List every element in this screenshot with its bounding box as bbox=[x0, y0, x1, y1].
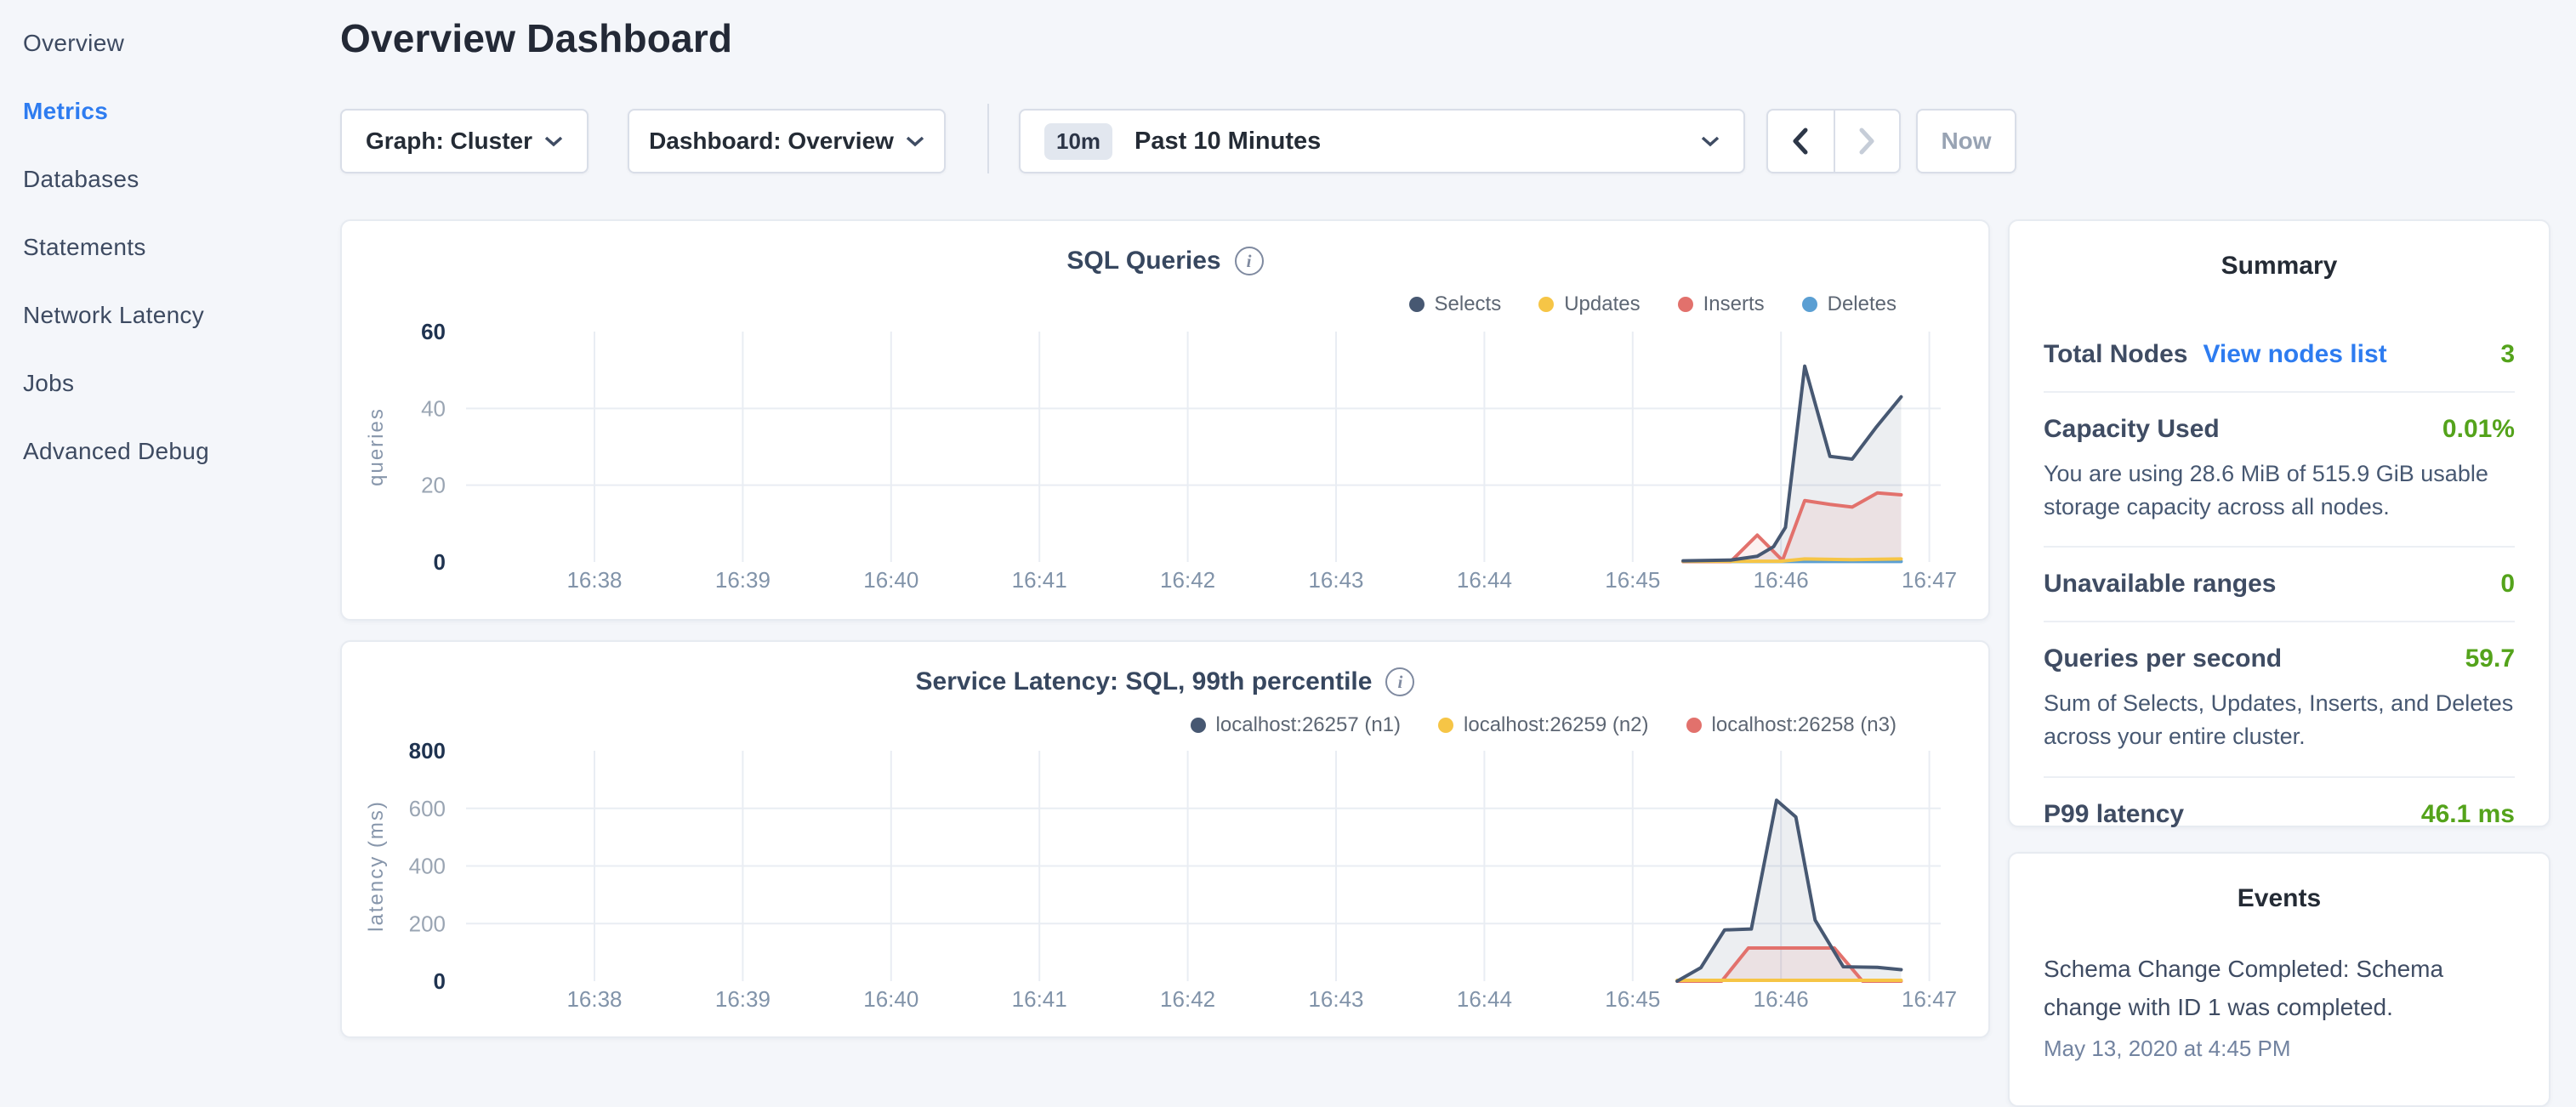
svg-text:16:40: 16:40 bbox=[863, 567, 918, 593]
summary-row-queries-per-second: Queries per second 59.7 Sum of Selects, … bbox=[2044, 622, 2515, 777]
svg-text:16:38: 16:38 bbox=[566, 567, 622, 593]
summary-value: 3 bbox=[2500, 340, 2515, 369]
sql-queries-chart: 16:38 16:39 16:40 16:41 16:42 16:43 16:44 16:45… bbox=[342, 221, 1992, 622]
events-title: Events bbox=[2044, 884, 2515, 913]
sidebar-item-network-latency[interactable]: Network Latency bbox=[23, 298, 204, 333]
summary-row-unavailable-ranges: Unavailable ranges 0 bbox=[2044, 548, 2515, 622]
chevron-down-icon bbox=[544, 135, 563, 147]
events-panel: Events Schema Change Completed: Schema c… bbox=[2008, 852, 2550, 1107]
chevron-right-icon bbox=[1858, 128, 1875, 155]
summary-row-capacity-used: Capacity Used 0.01% You are using 28.6 M… bbox=[2044, 393, 2515, 548]
controls-divider bbox=[987, 104, 989, 173]
summary-value: 46.1 ms bbox=[2421, 800, 2515, 829]
chevron-down-icon bbox=[906, 135, 924, 147]
now-button-label: Now bbox=[1941, 128, 1991, 155]
summary-value: 59.7 bbox=[2465, 644, 2515, 673]
svg-text:latency (ms): latency (ms) bbox=[365, 800, 388, 932]
dashboard-dropdown[interactable]: Dashboard: Overview bbox=[628, 109, 946, 173]
summary-panel: Summary Total Nodes View nodes list 3 Ca… bbox=[2008, 219, 2550, 827]
time-window-label: Past 10 Minutes bbox=[1134, 128, 1689, 156]
svg-text:16:39: 16:39 bbox=[715, 567, 771, 593]
svg-text:16:42: 16:42 bbox=[1160, 986, 1215, 1012]
svg-text:60: 60 bbox=[421, 319, 446, 344]
svg-text:16:44: 16:44 bbox=[1457, 986, 1512, 1012]
summary-row-total-nodes: Total Nodes View nodes list 3 bbox=[2044, 318, 2515, 393]
event-timestamp: May 13, 2020 at 4:45 PM bbox=[2044, 1036, 2515, 1062]
svg-text:16:40: 16:40 bbox=[863, 986, 918, 1012]
svg-text:200: 200 bbox=[409, 911, 446, 936]
svg-text:800: 800 bbox=[409, 738, 446, 764]
graph-dropdown[interactable]: Graph: Cluster bbox=[340, 109, 589, 173]
svg-text:0: 0 bbox=[434, 549, 446, 575]
sidebar: Overview Metrics Databases Statements Ne… bbox=[0, 0, 340, 1051]
summary-description: You are using 28.6 MiB of 515.9 GiB usab… bbox=[2044, 457, 2515, 524]
svg-text:queries: queries bbox=[365, 407, 388, 486]
svg-text:20: 20 bbox=[421, 473, 446, 498]
svg-text:16:45: 16:45 bbox=[1605, 567, 1660, 593]
summary-label: Queries per second bbox=[2044, 644, 2282, 673]
summary-label: Total Nodes bbox=[2044, 340, 2187, 369]
dashboard-dropdown-label: Dashboard: Overview bbox=[649, 128, 894, 155]
svg-text:16:43: 16:43 bbox=[1308, 986, 1363, 1012]
summary-label: Unavailable ranges bbox=[2044, 570, 2276, 599]
summary-title: Summary bbox=[2044, 252, 2515, 281]
summary-value: 0 bbox=[2500, 570, 2515, 599]
chevron-down-icon bbox=[1701, 135, 1720, 147]
svg-text:16:39: 16:39 bbox=[715, 986, 771, 1012]
sidebar-item-databases[interactable]: Databases bbox=[23, 162, 139, 197]
summary-label: Capacity Used bbox=[2044, 415, 2220, 444]
prev-time-button[interactable] bbox=[1768, 111, 1834, 172]
summary-value: 0.01% bbox=[2442, 415, 2515, 444]
svg-text:16:45: 16:45 bbox=[1605, 986, 1660, 1012]
time-window-selector[interactable]: 10m Past 10 Minutes bbox=[1019, 109, 1745, 173]
svg-text:16:43: 16:43 bbox=[1308, 567, 1363, 593]
svg-text:16:41: 16:41 bbox=[1012, 986, 1067, 1012]
now-button[interactable]: Now bbox=[1916, 109, 2016, 173]
sidebar-item-metrics[interactable]: Metrics bbox=[23, 94, 108, 129]
svg-text:600: 600 bbox=[409, 796, 446, 821]
service-latency-chart: 16:38 16:39 16:40 16:41 16:42 16:43 16:44 16:45… bbox=[342, 642, 1992, 1040]
sql-queries-chart-card: SQL Queries i Selects Updates Inserts De… bbox=[340, 219, 1990, 621]
sidebar-item-jobs[interactable]: Jobs bbox=[23, 366, 74, 401]
time-window-badge: 10m bbox=[1044, 123, 1112, 160]
svg-text:16:41: 16:41 bbox=[1012, 567, 1067, 593]
svg-text:400: 400 bbox=[409, 854, 446, 879]
service-latency-chart-card: Service Latency: SQL, 99th percentile i … bbox=[340, 640, 1990, 1038]
sidebar-item-overview[interactable]: Overview bbox=[23, 26, 124, 61]
summary-row-p99-latency: P99 latency 46.1 ms bbox=[2044, 778, 2515, 851]
svg-text:16:44: 16:44 bbox=[1457, 567, 1512, 593]
summary-description: Sum of Selects, Updates, Inserts, and De… bbox=[2044, 687, 2515, 753]
svg-text:16:47: 16:47 bbox=[1902, 986, 1957, 1012]
sidebar-item-advanced-debug[interactable]: Advanced Debug bbox=[23, 434, 209, 469]
view-nodes-list-link[interactable]: View nodes list bbox=[2203, 340, 2386, 369]
svg-text:16:46: 16:46 bbox=[1754, 986, 1809, 1012]
svg-text:0: 0 bbox=[434, 968, 446, 994]
event-item[interactable]: Schema Change Completed: Schema change w… bbox=[2044, 951, 2515, 1062]
svg-text:16:47: 16:47 bbox=[1902, 567, 1957, 593]
summary-label: P99 latency bbox=[2044, 800, 2184, 829]
svg-text:16:46: 16:46 bbox=[1754, 567, 1809, 593]
chevron-left-icon bbox=[1792, 128, 1809, 155]
event-message: Schema Change Completed: Schema change w… bbox=[2044, 951, 2515, 1027]
sidebar-item-statements[interactable]: Statements bbox=[23, 230, 146, 265]
graph-dropdown-label: Graph: Cluster bbox=[366, 128, 532, 155]
time-step-buttons bbox=[1766, 109, 1901, 173]
svg-text:16:42: 16:42 bbox=[1160, 567, 1215, 593]
svg-text:16:38: 16:38 bbox=[566, 986, 622, 1012]
next-time-button[interactable] bbox=[1834, 111, 1899, 172]
svg-text:40: 40 bbox=[421, 395, 446, 421]
page-title: Overview Dashboard bbox=[340, 15, 732, 61]
